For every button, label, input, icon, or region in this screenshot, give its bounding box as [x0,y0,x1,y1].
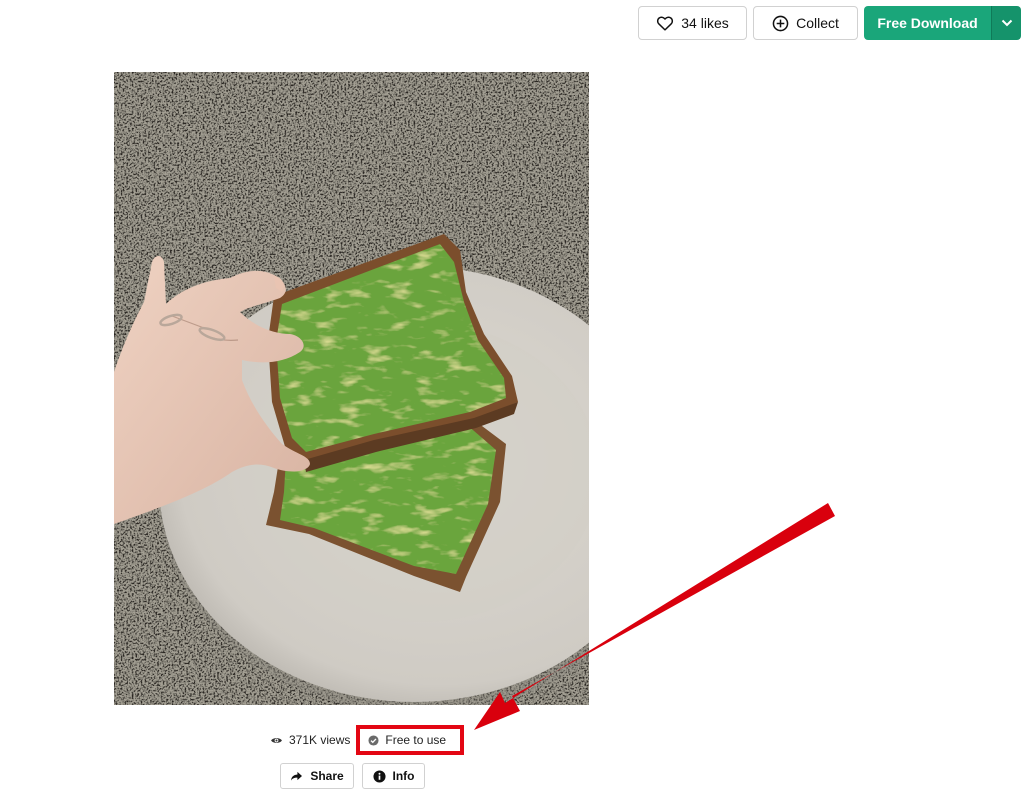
photo-stats-row: 371K views Free to use [270,725,465,755]
download-button-group: Free Download [864,6,1021,40]
views-stat: 371K views [270,733,350,747]
collect-label: Collect [796,15,839,31]
info-label: Info [392,769,415,783]
share-label: Share [310,769,344,783]
share-button[interactable]: Share [280,763,354,789]
free-download-button[interactable]: Free Download [864,6,991,40]
collect-button[interactable]: Collect [753,6,858,40]
like-button[interactable]: 34 likes [638,6,747,40]
info-icon [372,769,386,783]
share-arrow-icon [291,771,303,781]
license-badge[interactable]: Free to use [356,725,465,755]
plus-circle-icon [772,15,789,31]
license-label: Free to use [385,733,447,747]
chevron-down-icon [1001,19,1012,27]
heart-icon [657,16,674,31]
download-label: Free Download [877,15,978,31]
info-button[interactable]: Info [362,763,425,789]
views-count: 371K views [289,733,351,747]
check-badge-icon [368,734,379,746]
photo-avocado-toast[interactable] [114,72,589,705]
like-count-label: 34 likes [681,15,729,31]
download-options-button[interactable] [991,6,1021,40]
eye-icon [271,737,282,743]
